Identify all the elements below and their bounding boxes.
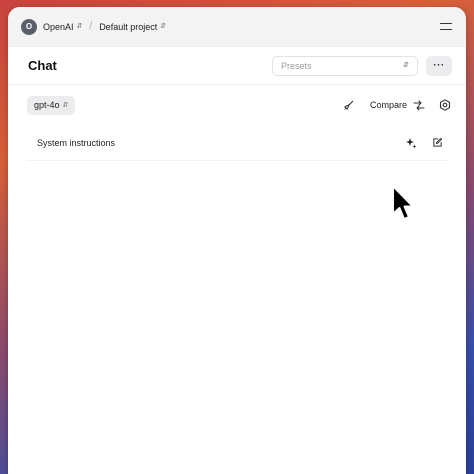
top-bar: O OpenAI ⇵ / Default project ⇵ [8, 7, 466, 47]
page-header: Chat Presets ⇵ ··· [8, 47, 466, 85]
project-switcher[interactable]: Default project ⇵ [99, 22, 166, 32]
chevron-up-down-icon: ⇵ [403, 62, 409, 69]
org-switcher[interactable]: OpenAI ⇵ [43, 22, 82, 32]
model-name: gpt-4o [34, 100, 60, 110]
sparkle-icon[interactable] [404, 136, 418, 150]
chevron-up-down-icon: ⇵ [160, 23, 167, 30]
app-window: O OpenAI ⇵ / Default project ⇵ Chat Pres… [8, 7, 466, 474]
presets-select[interactable]: Presets ⇵ [272, 55, 418, 76]
broom-icon[interactable] [342, 98, 356, 112]
compare-label: Compare [369, 100, 407, 110]
chevron-up-down-icon: ⇵ [76, 23, 83, 30]
presets-placeholder: Presets [281, 60, 312, 71]
edit-icon[interactable] [430, 136, 444, 150]
mouse-cursor-icon [392, 185, 414, 220]
page-title: Chat [28, 58, 57, 73]
breadcrumb-separator: / [89, 21, 93, 32]
gear-icon[interactable] [438, 98, 452, 112]
org-avatar[interactable]: O [21, 18, 37, 35]
more-options-button[interactable]: ··· [426, 55, 452, 76]
model-selector[interactable]: gpt-4o ⇵ [27, 95, 76, 115]
system-instructions-label: System instructions [37, 137, 116, 148]
system-instructions-row[interactable]: System instructions [26, 125, 448, 161]
org-name: OpenAI [43, 21, 74, 32]
menu-icon[interactable] [438, 22, 452, 32]
chat-toolbar: gpt-4o ⇵ Compare [8, 85, 466, 125]
compare-button[interactable]: Compare [370, 98, 426, 112]
compare-icon [412, 98, 426, 112]
chevron-up-down-icon: ⇵ [62, 101, 69, 109]
project-name: Default project [99, 21, 158, 32]
